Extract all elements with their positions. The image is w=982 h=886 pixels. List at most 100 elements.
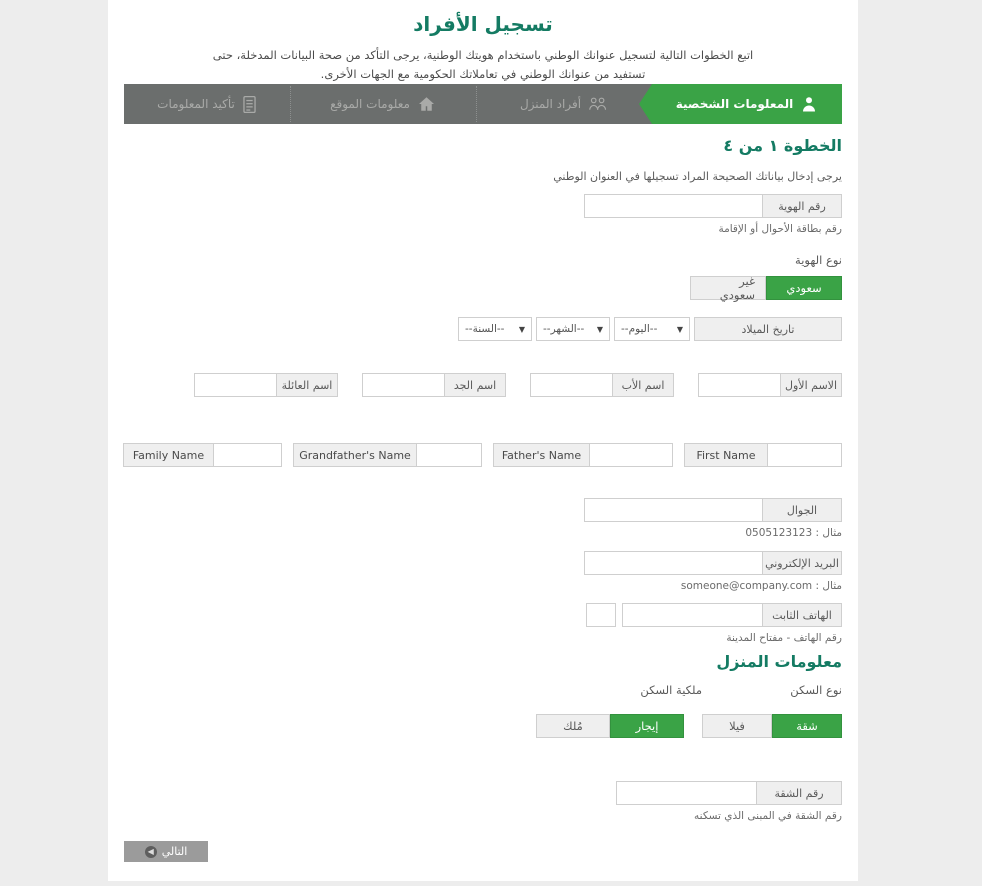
grandfather-name-en-label: Grandfather's Name (293, 443, 417, 467)
page-root: تسجيل الأفراد اتبع الخطوات التالية لتسجي… (0, 0, 982, 886)
email-field[interactable]: البريد الإلكتروني (584, 551, 842, 575)
father-name-ar-field[interactable]: اسم الأب (530, 373, 674, 397)
grandfather-name-ar-field[interactable]: اسم الجد (362, 373, 506, 397)
housing-labels-row: نوع السكن ملكية السكن (542, 683, 842, 697)
housing-type-toggle[interactable]: شقة فيلا (702, 714, 842, 738)
landline-field[interactable]: الهاتف الثابت (586, 603, 842, 627)
email-label: البريد الإلكتروني (762, 551, 842, 575)
birth-day-select[interactable]: ▼ --اليوم-- (614, 317, 690, 341)
email-group: البريد الإلكتروني مثال : someone@company… (584, 551, 842, 592)
landline-hint: رقم الهاتف - مفتاح المدينة (726, 632, 842, 644)
housing-type-label: نوع السكن (790, 683, 842, 697)
housing-toggles-row: شقة فيلا إيجار مُلك (536, 714, 842, 738)
id-number-hint: رقم بطاقة الأحوال أو الإقامة (718, 223, 842, 235)
id-type-option-saudi[interactable]: سعودي (766, 276, 842, 300)
mobile-input[interactable] (584, 498, 762, 522)
chevron-down-icon: ▼ (676, 324, 683, 334)
group-icon (588, 95, 608, 113)
family-name-en-field[interactable]: Family Name (123, 443, 282, 467)
ownership-option-owned[interactable]: مُلك (536, 714, 610, 738)
id-number-group: رقم الهوية رقم بطاقة الأحوال أو الإقامة (584, 194, 842, 235)
first-name-ar-input[interactable] (698, 373, 780, 397)
family-name-ar-label: اسم العائلة (276, 373, 338, 397)
ownership-toggle[interactable]: إيجار مُلك (536, 714, 684, 738)
landline-label: الهاتف الثابت (762, 603, 842, 627)
father-name-ar-input[interactable] (530, 373, 612, 397)
email-input[interactable] (584, 551, 762, 575)
landline-group: الهاتف الثابت رقم الهاتف - مفتاح المدينة (586, 603, 842, 644)
landline-area-code-input[interactable] (586, 603, 616, 627)
father-name-en-field[interactable]: Father's Name (493, 443, 673, 467)
birth-date-label: تاريخ الميلاد (694, 317, 842, 341)
step-subheading: يرجى إدخال بياناتك الصحيحة المراد تسجيله… (553, 170, 842, 183)
first-name-ar-label: الاسم الأول (780, 373, 842, 397)
first-name-en-input[interactable] (768, 443, 842, 467)
id-type-toggle[interactable]: سعودي غير سعودي (690, 274, 842, 302)
step-divider (290, 86, 291, 122)
id-number-field[interactable]: رقم الهوية (584, 194, 842, 218)
id-type-label: نوع الهوية (795, 253, 842, 267)
email-hint: مثال : someone@company.com (680, 580, 842, 592)
landline-input[interactable] (622, 603, 762, 627)
arrow-left-circle-icon: ◀ (144, 845, 157, 858)
father-name-en-label: Father's Name (493, 443, 590, 467)
ownership-option-rent[interactable]: إيجار (610, 714, 684, 738)
birth-day-value: --اليوم-- (621, 323, 658, 335)
father-name-ar-label: اسم الأب (612, 373, 674, 397)
id-type-option-non-saudi[interactable]: غير سعودي (690, 274, 766, 302)
birth-month-select[interactable]: ▼ --الشهر-- (536, 317, 610, 341)
step-item-personal-info[interactable]: المعلومات الشخصية (639, 84, 842, 124)
next-button-label: التالي (161, 845, 188, 858)
mobile-hint: مثال : 0505123123 (745, 527, 842, 539)
apartment-number-field[interactable]: رقم الشقة (616, 781, 842, 805)
chevron-down-icon: ▼ (518, 324, 525, 334)
birth-year-value: --السنة-- (465, 323, 505, 335)
family-name-en-label: Family Name (123, 443, 214, 467)
grandfather-name-ar-input[interactable] (362, 373, 444, 397)
form-card: تسجيل الأفراد اتبع الخطوات التالية لتسجي… (108, 0, 858, 881)
step-progress-bar: المعلومات الشخصية أفراد المنزل معلومات ا… (124, 84, 842, 124)
step-label-household: أفراد المنزل (519, 97, 582, 111)
apartment-number-label: رقم الشقة (756, 781, 842, 805)
english-names-row: First Name Father's Name Grandfather's N… (123, 443, 842, 467)
step-label-confirm-info: تأكيد المعلومات (157, 97, 235, 111)
first-name-en-field[interactable]: First Name (684, 443, 842, 467)
birth-month-value: --الشهر-- (543, 323, 585, 335)
next-button[interactable]: التالي ◀ (124, 841, 208, 862)
housing-type-option-villa[interactable]: فيلا (702, 714, 772, 738)
birth-year-select[interactable]: ▼ --السنة-- (458, 317, 532, 341)
home-info-heading: معلومات المنزل (716, 652, 842, 671)
home-info-heading-wrap: معلومات المنزل (716, 652, 842, 671)
step-item-confirm-info[interactable]: تأكيد المعلومات (124, 84, 290, 124)
person-icon (800, 95, 818, 113)
apartment-number-group: رقم الشقة رقم الشقة في المبنى الذي تسكنه (616, 781, 842, 822)
mobile-group: الجوال مثال : 0505123123 (584, 498, 842, 539)
apartment-number-hint: رقم الشقة في المبنى الذي تسكنه (694, 810, 842, 822)
grandfather-name-en-input[interactable] (417, 443, 482, 467)
step-item-location-info[interactable]: معلومات الموقع (290, 84, 476, 124)
housing-type-option-apartment[interactable]: شقة (772, 714, 842, 738)
father-name-en-input[interactable] (590, 443, 673, 467)
grandfather-name-en-field[interactable]: Grandfather's Name (293, 443, 482, 467)
mobile-field[interactable]: الجوال (584, 498, 842, 522)
id-number-input[interactable] (584, 194, 762, 218)
step-item-household[interactable]: أفراد المنزل (476, 84, 652, 124)
arabic-names-row: الاسم الأول اسم الأب اسم الجد اسم العائل… (194, 373, 842, 397)
first-name-ar-field[interactable]: الاسم الأول (698, 373, 842, 397)
birth-date-group: تاريخ الميلاد ▼ --اليوم-- ▼ --الشهر-- ▼ … (458, 317, 842, 341)
apartment-number-input[interactable] (616, 781, 756, 805)
step-label-location-info: معلومات الموقع (330, 97, 410, 111)
first-name-en-label: First Name (684, 443, 768, 467)
page-title: تسجيل الأفراد (413, 12, 553, 36)
grandfather-name-ar-label: اسم الجد (444, 373, 506, 397)
document-icon (242, 95, 257, 114)
chevron-down-icon: ▼ (596, 324, 603, 334)
mobile-label: الجوال (762, 498, 842, 522)
step-label-personal-info: المعلومات الشخصية (675, 97, 794, 111)
id-number-label: رقم الهوية (762, 194, 842, 218)
step-heading: الخطوة ١ من ٤ (723, 136, 842, 155)
family-name-en-input[interactable] (214, 443, 282, 467)
ownership-label: ملكية السكن (640, 683, 702, 697)
family-name-ar-input[interactable] (194, 373, 276, 397)
family-name-ar-field[interactable]: اسم العائلة (194, 373, 338, 397)
